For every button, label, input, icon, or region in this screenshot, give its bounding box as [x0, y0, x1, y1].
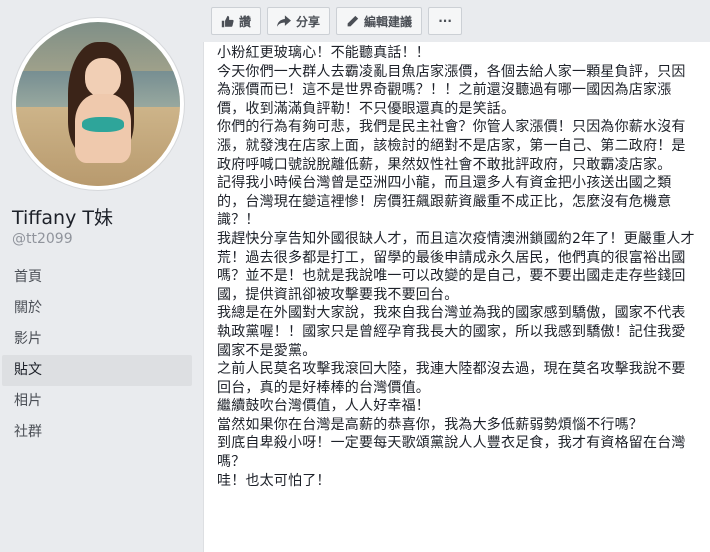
post-paragraph: 你們的行為有夠可悲，我們是民主社會？你管人家漲價！只因為你薪水沒有漲，就發洩在店… — [217, 119, 686, 173]
profile-avatar[interactable] — [12, 18, 184, 190]
more-options-button[interactable]: ··· — [428, 7, 463, 35]
like-label: 讚 — [239, 14, 252, 29]
nav-item-photos[interactable]: 相片 — [2, 386, 192, 417]
nav-item-videos[interactable]: 影片 — [2, 324, 192, 355]
suggest-edit-label: 編輯建議 — [364, 14, 413, 29]
pencil-icon — [347, 15, 359, 26]
profile-handle[interactable]: @tt2099 — [12, 231, 73, 247]
post-paragraph: 我總是在外國對大家說，我來自我台灣並為我的國家感到驕傲，國家不代表執政黨喔！！國… — [217, 305, 686, 359]
share-arrow-icon — [277, 14, 292, 27]
post-paragraph: 到底自卑殺小呀！一定要每天歌頌黨說人人豐衣足食，我才有資格留在台灣嗎？ — [217, 435, 686, 471]
post-paragraph: 繼續鼓吹台灣價值，人人好幸福！ — [217, 398, 430, 415]
post-body: 小粉紅更玻璃心！不能聽真話！！ 今天你們一大群人去霸凌亂目魚店家漲價，各個去給人… — [204, 42, 695, 490]
more-icon: ··· — [438, 14, 452, 28]
post-paragraph: 之前人民莫名攻擊我滾回大陸，我連大陸都沒去過，現在莫名攻擊我說不要回台，真的是好… — [217, 361, 686, 396]
post-toolbar: 讚 分享 編輯建議 ··· — [211, 7, 463, 35]
post-paragraph: 哇！也太可怕了！ — [217, 472, 331, 489]
share-button[interactable]: 分享 — [267, 7, 331, 35]
profile-sidebar: Tiffany T妹 @tt2099 首頁 關於 影片 貼文 相片 社群 — [0, 0, 200, 542]
nav-item-about[interactable]: 關於 — [2, 293, 192, 324]
suggest-edit-button[interactable]: 編輯建議 — [336, 7, 423, 35]
nav-item-community[interactable]: 社群 — [2, 417, 192, 448]
post-paragraph: 記得我小時候台灣曾是亞洲四小龍，而且還多人有資金把小孩送出國之類的，台灣現在變這… — [217, 175, 672, 229]
post-paragraph: 我趕快分享告知外國很缺人才，而且這次疫情澳洲鎖國約2年了！更嚴重人才荒！過去很多… — [217, 230, 695, 303]
thumbs-up-icon — [221, 15, 234, 27]
post-card: 小粉紅更玻璃心！不能聽真話！！ 今天你們一大群人去霸凌亂目魚店家漲價，各個去給人… — [203, 42, 710, 552]
page-nav: 首頁 關於 影片 貼文 相片 社群 — [2, 262, 192, 448]
nav-item-home[interactable]: 首頁 — [2, 262, 192, 293]
nav-item-posts[interactable]: 貼文 — [2, 355, 192, 386]
profile-name[interactable]: Tiffany T妹 — [12, 203, 113, 230]
post-paragraph: 小粉紅更玻璃心！不能聽真話！！ — [217, 45, 430, 61]
avatar-photo — [16, 22, 180, 186]
post-paragraph: 今天你們一大群人去霸凌亂目魚店家漲價，各個去給人家一顆星負評，只因為漲價而已！這… — [217, 63, 686, 117]
like-button[interactable]: 讚 — [211, 7, 262, 35]
share-label: 分享 — [296, 14, 321, 29]
post-paragraph: 當然如果你在台灣是高薪的恭喜你，我為大多低薪弱勢煩惱不行嗎？ — [217, 416, 643, 433]
